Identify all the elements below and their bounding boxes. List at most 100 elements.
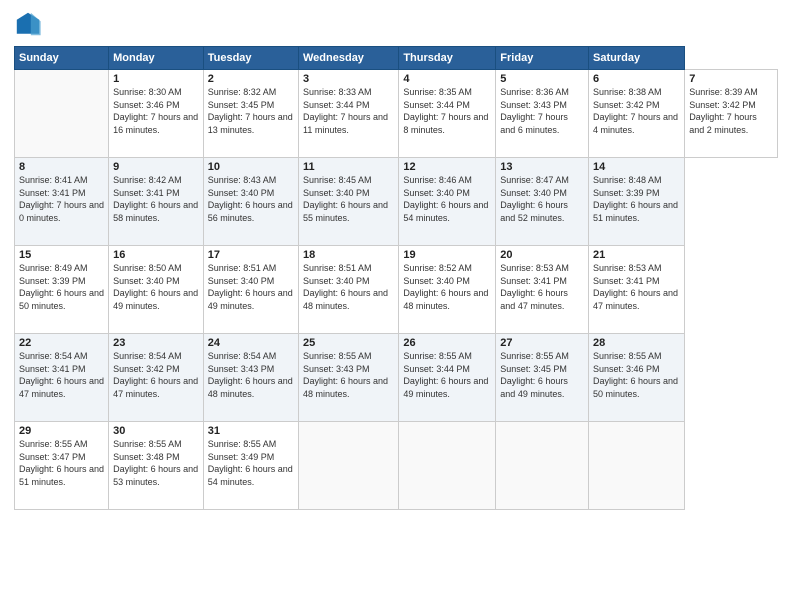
daylight-text: Daylight: 6 hours and 49 minutes. bbox=[208, 287, 294, 312]
day-number: 6 bbox=[593, 73, 680, 85]
daylight-text: Daylight: 6 hours and 53 minutes. bbox=[113, 463, 199, 488]
th-tuesday: Tuesday bbox=[203, 47, 298, 70]
sunset-text: Sunset: 3:41 PM bbox=[19, 187, 104, 200]
sunrise-text: Sunrise: 8:32 AM bbox=[208, 86, 294, 99]
day-number: 24 bbox=[208, 337, 294, 349]
sunrise-text: Sunrise: 8:52 AM bbox=[403, 262, 491, 275]
day-info: Sunrise: 8:38 AMSunset: 3:42 PMDaylight:… bbox=[593, 86, 680, 136]
sunrise-text: Sunrise: 8:55 AM bbox=[19, 438, 104, 451]
daylight-text: Daylight: 6 hours and 49 minutes. bbox=[500, 375, 584, 400]
day-info: Sunrise: 8:50 AMSunset: 3:40 PMDaylight:… bbox=[113, 262, 199, 312]
day-info: Sunrise: 8:55 AMSunset: 3:44 PMDaylight:… bbox=[403, 350, 491, 400]
sunrise-text: Sunrise: 8:39 AM bbox=[689, 86, 773, 99]
daylight-text: Daylight: 6 hours and 49 minutes. bbox=[113, 287, 199, 312]
day-number: 30 bbox=[113, 425, 199, 437]
daylight-text: Daylight: 7 hours and 16 minutes. bbox=[113, 111, 199, 136]
daylight-text: Daylight: 6 hours and 48 minutes. bbox=[303, 375, 394, 400]
daylight-text: Daylight: 6 hours and 47 minutes. bbox=[593, 287, 680, 312]
sunrise-text: Sunrise: 8:55 AM bbox=[303, 350, 394, 363]
daylight-text: Daylight: 6 hours and 48 minutes. bbox=[303, 287, 394, 312]
day-number: 7 bbox=[689, 73, 773, 85]
sunset-text: Sunset: 3:39 PM bbox=[593, 187, 680, 200]
calendar-cell: 17Sunrise: 8:51 AMSunset: 3:40 PMDayligh… bbox=[203, 246, 298, 334]
daylight-text: Daylight: 6 hours and 49 minutes. bbox=[403, 375, 491, 400]
sunrise-text: Sunrise: 8:55 AM bbox=[593, 350, 680, 363]
sunset-text: Sunset: 3:47 PM bbox=[19, 451, 104, 464]
calendar-cell: 8Sunrise: 8:41 AMSunset: 3:41 PMDaylight… bbox=[15, 158, 109, 246]
day-info: Sunrise: 8:36 AMSunset: 3:43 PMDaylight:… bbox=[500, 86, 584, 136]
calendar-cell: 18Sunrise: 8:51 AMSunset: 3:40 PMDayligh… bbox=[299, 246, 399, 334]
day-info: Sunrise: 8:55 AMSunset: 3:43 PMDaylight:… bbox=[303, 350, 394, 400]
sunset-text: Sunset: 3:42 PM bbox=[689, 99, 773, 112]
day-info: Sunrise: 8:54 AMSunset: 3:41 PMDaylight:… bbox=[19, 350, 104, 400]
calendar-cell: 10Sunrise: 8:43 AMSunset: 3:40 PMDayligh… bbox=[203, 158, 298, 246]
sunset-text: Sunset: 3:41 PM bbox=[19, 363, 104, 376]
sunrise-text: Sunrise: 8:50 AM bbox=[113, 262, 199, 275]
day-number: 4 bbox=[403, 73, 491, 85]
sunrise-text: Sunrise: 8:42 AM bbox=[113, 174, 199, 187]
calendar-cell: 13Sunrise: 8:47 AMSunset: 3:40 PMDayligh… bbox=[496, 158, 589, 246]
daylight-text: Daylight: 6 hours and 48 minutes. bbox=[208, 375, 294, 400]
calendar-cell: 12Sunrise: 8:46 AMSunset: 3:40 PMDayligh… bbox=[399, 158, 496, 246]
daylight-text: Daylight: 6 hours and 48 minutes. bbox=[403, 287, 491, 312]
daylight-text: Daylight: 6 hours and 54 minutes. bbox=[403, 199, 491, 224]
day-info: Sunrise: 8:55 AMSunset: 3:49 PMDaylight:… bbox=[208, 438, 294, 488]
day-number: 1 bbox=[113, 73, 199, 85]
calendar-week-3: 15Sunrise: 8:49 AMSunset: 3:39 PMDayligh… bbox=[15, 246, 778, 334]
calendar-cell: 15Sunrise: 8:49 AMSunset: 3:39 PMDayligh… bbox=[15, 246, 109, 334]
sunrise-text: Sunrise: 8:51 AM bbox=[303, 262, 394, 275]
day-number: 12 bbox=[403, 161, 491, 173]
calendar-cell: 30Sunrise: 8:55 AMSunset: 3:48 PMDayligh… bbox=[109, 422, 204, 510]
sunrise-text: Sunrise: 8:55 AM bbox=[113, 438, 199, 451]
sunrise-text: Sunrise: 8:45 AM bbox=[303, 174, 394, 187]
day-number: 11 bbox=[303, 161, 394, 173]
sunset-text: Sunset: 3:44 PM bbox=[403, 99, 491, 112]
th-monday: Monday bbox=[109, 47, 204, 70]
sunset-text: Sunset: 3:44 PM bbox=[403, 363, 491, 376]
header-row: Sunday Monday Tuesday Wednesday Thursday… bbox=[15, 47, 778, 70]
day-info: Sunrise: 8:55 AMSunset: 3:47 PMDaylight:… bbox=[19, 438, 104, 488]
sunrise-text: Sunrise: 8:54 AM bbox=[19, 350, 104, 363]
sunset-text: Sunset: 3:42 PM bbox=[113, 363, 199, 376]
sunset-text: Sunset: 3:43 PM bbox=[500, 99, 584, 112]
sunrise-text: Sunrise: 8:54 AM bbox=[113, 350, 199, 363]
sunrise-text: Sunrise: 8:46 AM bbox=[403, 174, 491, 187]
day-number: 25 bbox=[303, 337, 394, 349]
calendar-body: 1Sunrise: 8:30 AMSunset: 3:46 PMDaylight… bbox=[15, 70, 778, 510]
calendar-cell: 29Sunrise: 8:55 AMSunset: 3:47 PMDayligh… bbox=[15, 422, 109, 510]
sunrise-text: Sunrise: 8:55 AM bbox=[500, 350, 584, 363]
day-number: 3 bbox=[303, 73, 394, 85]
calendar-cell: 4Sunrise: 8:35 AMSunset: 3:44 PMDaylight… bbox=[399, 70, 496, 158]
daylight-text: Daylight: 6 hours and 50 minutes. bbox=[593, 375, 680, 400]
sunset-text: Sunset: 3:40 PM bbox=[500, 187, 584, 200]
sunrise-text: Sunrise: 8:47 AM bbox=[500, 174, 584, 187]
calendar-cell: 26Sunrise: 8:55 AMSunset: 3:44 PMDayligh… bbox=[399, 334, 496, 422]
daylight-text: Daylight: 7 hours and 2 minutes. bbox=[689, 111, 773, 136]
daylight-text: Daylight: 6 hours and 55 minutes. bbox=[303, 199, 394, 224]
calendar-cell: 6Sunrise: 8:38 AMSunset: 3:42 PMDaylight… bbox=[589, 70, 685, 158]
day-info: Sunrise: 8:52 AMSunset: 3:40 PMDaylight:… bbox=[403, 262, 491, 312]
day-number: 17 bbox=[208, 249, 294, 261]
header bbox=[14, 10, 778, 38]
day-info: Sunrise: 8:54 AMSunset: 3:43 PMDaylight:… bbox=[208, 350, 294, 400]
day-info: Sunrise: 8:55 AMSunset: 3:46 PMDaylight:… bbox=[593, 350, 680, 400]
day-number: 28 bbox=[593, 337, 680, 349]
day-info: Sunrise: 8:51 AMSunset: 3:40 PMDaylight:… bbox=[208, 262, 294, 312]
sunset-text: Sunset: 3:41 PM bbox=[593, 275, 680, 288]
sunrise-text: Sunrise: 8:38 AM bbox=[593, 86, 680, 99]
calendar-week-2: 8Sunrise: 8:41 AMSunset: 3:41 PMDaylight… bbox=[15, 158, 778, 246]
day-info: Sunrise: 8:55 AMSunset: 3:48 PMDaylight:… bbox=[113, 438, 199, 488]
sunrise-text: Sunrise: 8:54 AM bbox=[208, 350, 294, 363]
day-number: 18 bbox=[303, 249, 394, 261]
sunrise-text: Sunrise: 8:30 AM bbox=[113, 86, 199, 99]
sunset-text: Sunset: 3:44 PM bbox=[303, 99, 394, 112]
sunset-text: Sunset: 3:42 PM bbox=[593, 99, 680, 112]
day-number: 10 bbox=[208, 161, 294, 173]
sunrise-text: Sunrise: 8:53 AM bbox=[593, 262, 680, 275]
day-number: 14 bbox=[593, 161, 680, 173]
calendar-cell bbox=[299, 422, 399, 510]
calendar-cell: 3Sunrise: 8:33 AMSunset: 3:44 PMDaylight… bbox=[299, 70, 399, 158]
daylight-text: Daylight: 7 hours and 6 minutes. bbox=[500, 111, 584, 136]
daylight-text: Daylight: 7 hours and 8 minutes. bbox=[403, 111, 491, 136]
sunrise-text: Sunrise: 8:48 AM bbox=[593, 174, 680, 187]
